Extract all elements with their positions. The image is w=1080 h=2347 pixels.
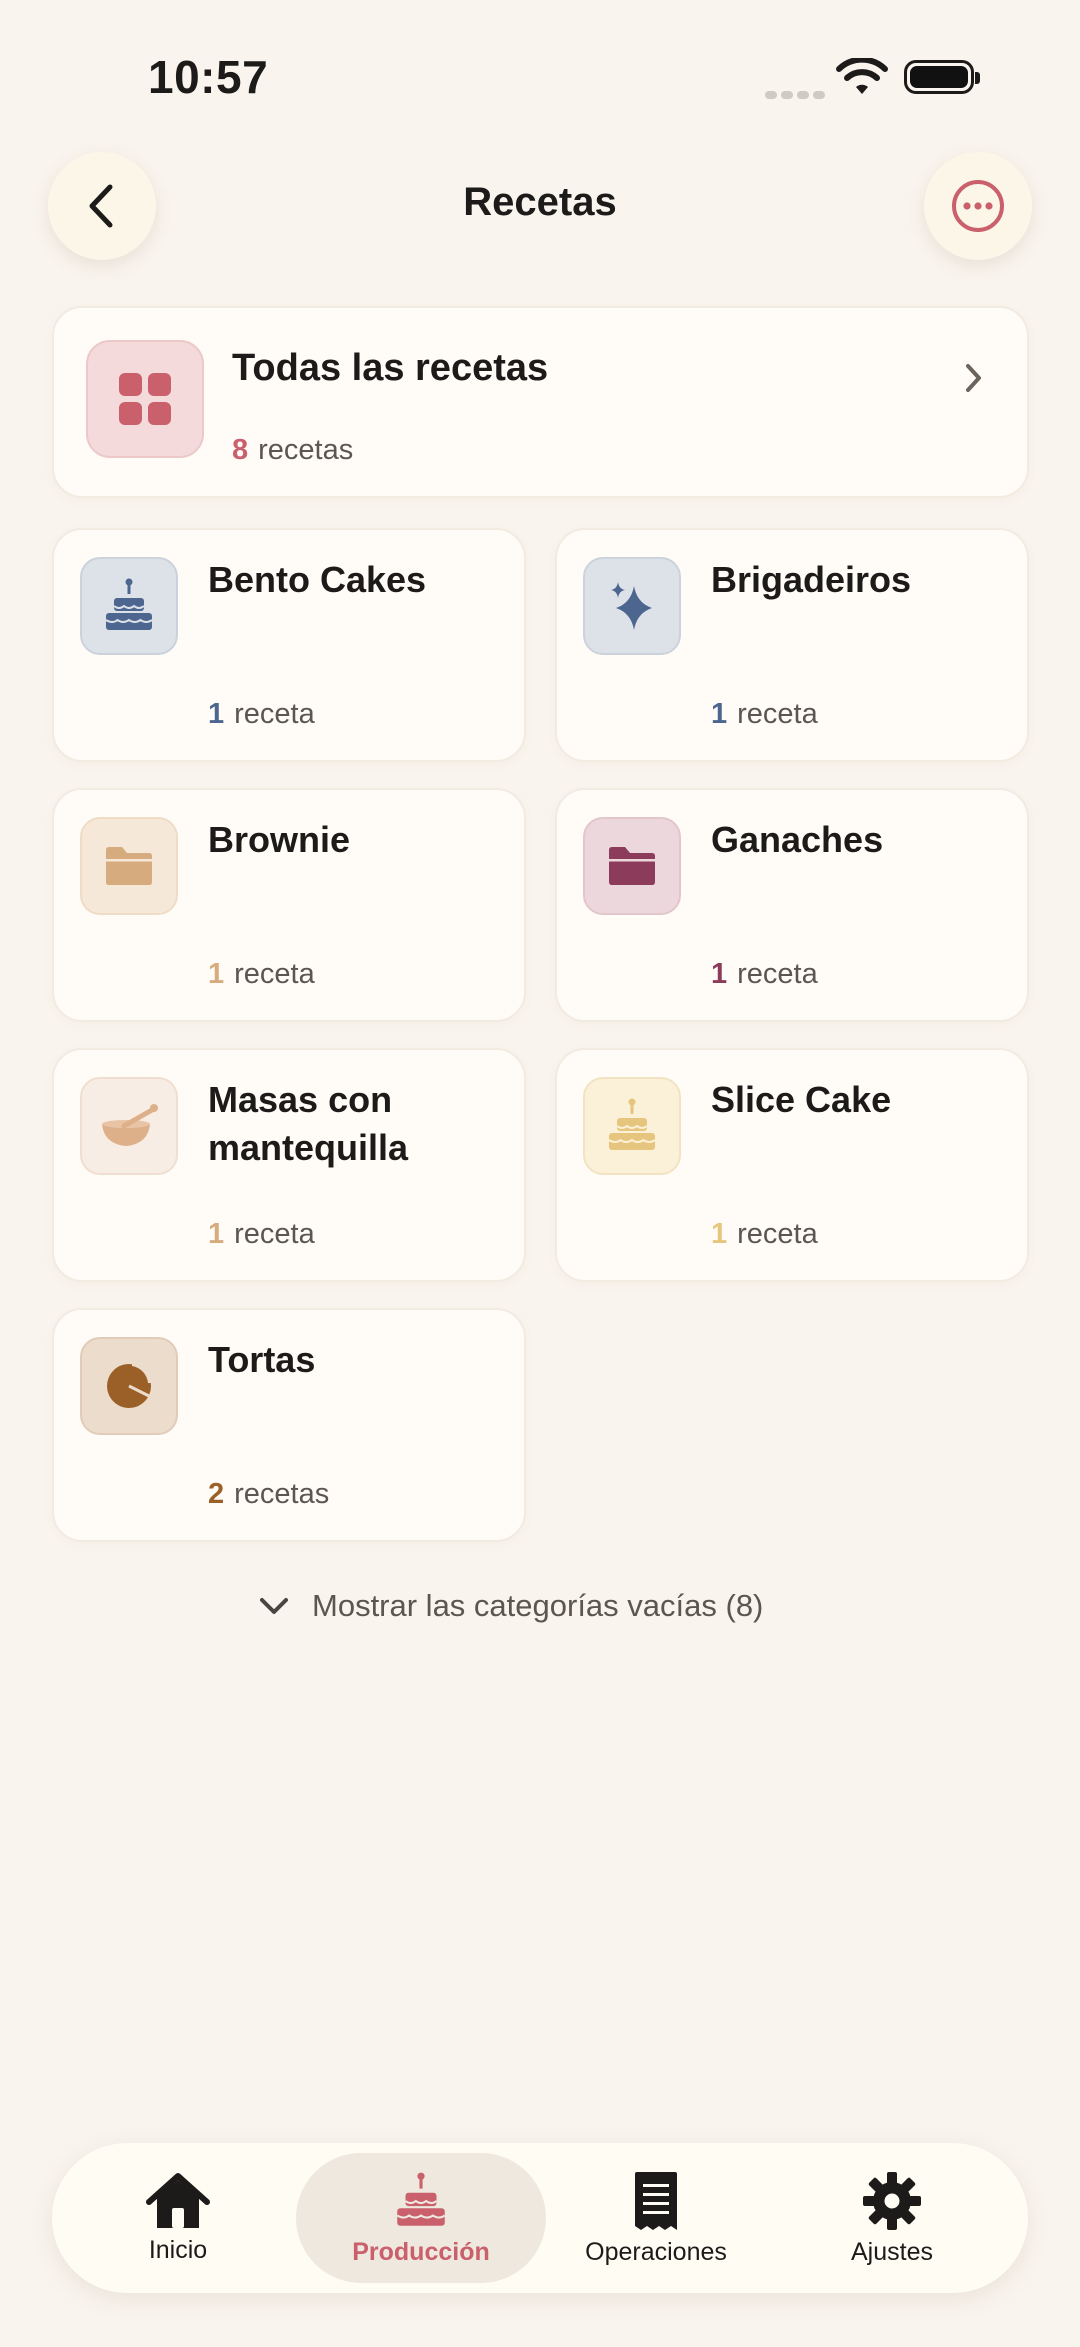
category-card-tortas[interactable]: Tortas 2 recetas [52,1308,526,1542]
tab-label: Producción [352,2237,490,2266]
cake-icon [396,2172,446,2226]
battery-icon [904,60,980,94]
category-count: 1 receta [711,958,818,991]
mixing-bowl-icon [80,1077,178,1175]
category-count: 1 receta [208,698,315,731]
recipe-count-number: 1 [711,698,728,730]
recipe-count-number: 1 [711,958,728,990]
cake-icon [583,1077,681,1175]
recipe-count-unit: receta [234,1218,315,1250]
page-title: Recetas [463,180,617,224]
all-recipes-title: Todas las recetas [232,347,549,389]
tab-label: Operaciones [585,2237,727,2266]
gear-icon [863,2171,921,2230]
category-title: Brigadeiros [711,559,912,600]
tab-label: Inicio [148,2235,208,2264]
status-time: 10:57 [148,51,269,103]
recipe-count-number: 1 [208,698,225,730]
wifi-icon [836,58,888,94]
category-count: 1 receta [711,1218,818,1251]
recipe-count-number: 1 [711,1218,728,1250]
more-options-button[interactable] [924,152,1032,260]
category-count: 1 receta [208,1218,315,1251]
recipe-count-unit: receta [737,698,818,730]
tab-operaciones[interactable]: Operaciones [531,2153,781,2283]
sparkle-icon [583,557,681,655]
recipe-count-unit: receta [737,958,818,990]
category-count: 1 receta [208,958,315,991]
category-title: Bento Cakes [208,559,427,600]
category-card-slice-cake[interactable]: Slice Cake 1 receta [555,1048,1029,1282]
tab-ajustes[interactable]: Ajustes [767,2153,1017,2283]
category-card-brownie[interactable]: Brownie 1 receta [52,788,526,1022]
cake-icon [80,557,178,655]
recipe-count-number: 1 [208,1218,225,1250]
tab-label: Ajustes [851,2237,933,2266]
recipe-count-unit: receta [737,1218,818,1250]
category-card-masas-con-mantequilla[interactable]: Masas con mantequilla 1 receta [52,1048,526,1282]
category-title: Slice Cake [711,1079,892,1120]
folder-icon [583,817,681,915]
tab-bar: Inicio Producción Operaciones Ajustes [52,2143,1028,2293]
recipe-count-number: 8 [232,434,249,466]
recipe-count-number: 2 [208,1478,225,1510]
cellular-signal-icon [765,86,829,104]
category-title: Ganaches [711,819,884,860]
category-title: Masas con mantequilla [208,1079,409,1168]
recipe-count-unit: receta [234,958,315,990]
status-bar: 10:57 [0,0,1080,140]
category-card-bento-cakes[interactable]: Bento Cakes 1 receta [52,528,526,762]
all-recipes-card[interactable]: Todas las recetas 8 recetas [52,306,1029,498]
category-title: Brownie [208,819,351,860]
all-recipes-count: 8 recetas [232,434,353,467]
recipe-count-unit: recetas [234,1478,330,1510]
category-title: Tortas [208,1339,316,1380]
pie-chart-icon [80,1337,178,1435]
category-count: 1 receta [711,698,818,731]
receipt-icon [635,2171,677,2230]
grid-icon [86,340,204,458]
tab-inicio[interactable]: Inicio [53,2153,303,2283]
chevron-down-icon [260,1598,288,1614]
recipe-count-unit: recetas [258,434,354,466]
show-empty-categories-button[interactable]: Mostrar las categorías vacías (8) [258,1588,763,1624]
ellipsis-circle-icon [952,180,1004,232]
recipe-count-unit: receta [234,698,315,730]
chevron-right-icon [966,364,981,392]
category-card-ganaches[interactable]: Ganaches 1 receta [555,788,1029,1022]
recipe-count-number: 1 [208,958,225,990]
show-empty-categories-label: Mostrar las categorías vacías (8) [312,1588,764,1623]
category-count: 2 recetas [208,1478,329,1511]
home-icon [146,2172,210,2228]
tab-produccion[interactable]: Producción [296,2153,546,2283]
category-card-brigadeiros[interactable]: Brigadeiros 1 receta [555,528,1029,762]
folder-icon [80,817,178,915]
